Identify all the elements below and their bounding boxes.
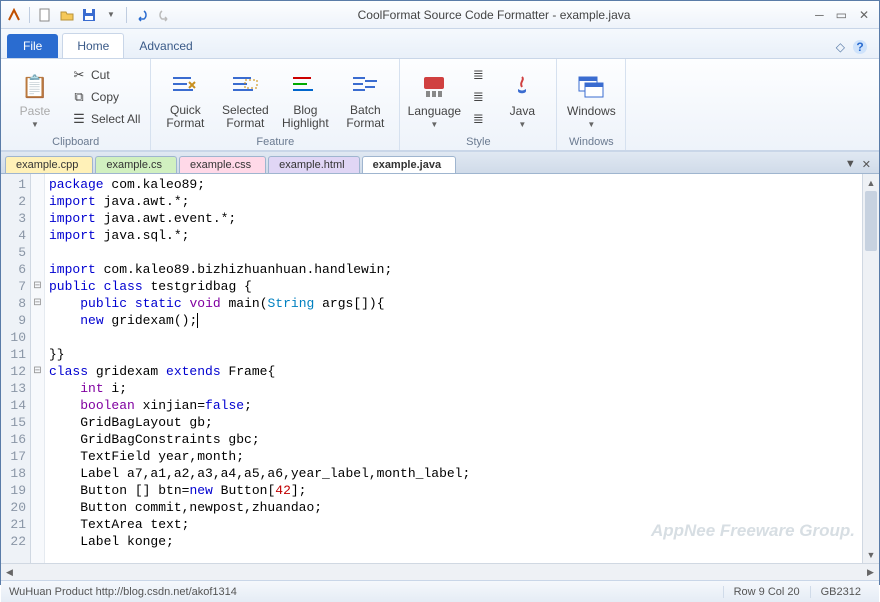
paste-icon: 📋 [19,71,51,103]
windows-icon [575,71,607,103]
titlebar: ▼ CoolFormat Source Code Formatter - exa… [1,1,879,29]
batch-format-icon [349,70,381,102]
style-list-2[interactable]: ≣ [466,87,490,107]
ribbon-group-clipboard: 📋 Paste ▼ ✂Cut ⧉Copy ☰Select All Clipboa… [1,59,151,150]
code-editor[interactable]: 12345678910111213141516171819202122 ⊟⊟⊟ … [1,173,879,563]
tab-close-icon[interactable]: ✕ [862,158,871,171]
doctab-example-java[interactable]: example.java [362,156,457,173]
selectall-button[interactable]: ☰Select All [67,109,144,129]
quick-access-toolbar: ▼ [5,6,173,24]
ribbon-tabs: File Home Advanced ◇ ? [1,29,879,59]
ribbon-group-feature: Quick Format Selected Format Blog Highli… [151,59,400,150]
doctab-example-html[interactable]: example.html [268,156,359,173]
batch-format-button[interactable]: Batch Format [337,62,393,132]
java-icon [506,71,538,103]
scroll-up-icon[interactable]: ▲ [863,174,879,191]
language-button[interactable]: Language▼ [406,62,462,132]
selected-format-icon [229,70,261,102]
qat-dropdown-icon[interactable]: ▼ [102,6,120,24]
ribbon-group-windows: Windows▼ Windows [557,59,626,150]
collapse-ribbon-icon[interactable]: ◇ [836,40,845,54]
paste-button[interactable]: 📋 Paste ▼ [7,62,63,132]
quick-format-icon [169,70,201,102]
scroll-left-icon[interactable]: ◀ [1,567,18,578]
vertical-scrollbar[interactable]: ▲ ▼ [862,174,879,563]
style-list-3[interactable]: ≣ [466,109,490,129]
scroll-right-icon[interactable]: ▶ [862,567,879,578]
paste-label: Paste [20,105,51,118]
close-icon[interactable]: ✕ [859,8,869,22]
cut-button[interactable]: ✂Cut [67,65,144,85]
quick-format-button[interactable]: Quick Format [157,62,213,132]
status-product: WuHuan Product http://blog.csdn.net/akof… [9,586,723,598]
tab-home[interactable]: Home [62,33,124,58]
open-icon[interactable] [58,6,76,24]
undo-icon[interactable] [133,6,151,24]
blog-highlight-icon [289,70,321,102]
scroll-down-icon[interactable]: ▼ [863,546,879,563]
cut-icon: ✂ [71,67,87,83]
document-tabstrip: example.cppexample.csexample.cssexample.… [1,151,879,173]
blog-highlight-button[interactable]: Blog Highlight [277,62,333,132]
tab-advanced[interactable]: Advanced [124,33,207,58]
copy-icon: ⧉ [71,89,87,105]
maximize-icon[interactable]: ▭ [836,8,847,22]
code-area[interactable]: package com.kaleo89; import java.awt.*; … [45,174,862,563]
doctab-example-cs[interactable]: example.cs [95,156,177,173]
scroll-thumb[interactable] [865,191,877,251]
doctab-example-css[interactable]: example.css [179,156,266,173]
save-icon[interactable] [80,6,98,24]
status-position: Row 9 Col 20 [723,586,810,598]
help-icon[interactable]: ? [853,40,867,54]
statusbar: WuHuan Product http://blog.csdn.net/akof… [1,580,879,602]
language-icon [418,71,450,103]
fold-gutter[interactable]: ⊟⊟⊟ [31,174,45,563]
selected-format-button[interactable]: Selected Format [217,62,273,132]
ribbon: 📋 Paste ▼ ✂Cut ⧉Copy ☰Select All Clipboa… [1,59,879,151]
status-encoding: GB2312 [810,586,871,598]
tab-dropdown-icon[interactable]: ▼ [845,158,856,171]
horizontal-scrollbar[interactable]: ◀ ▶ [1,563,879,580]
window-title: CoolFormat Source Code Formatter - examp… [173,8,815,22]
minimize-icon[interactable]: ─ [815,8,824,22]
redo-icon[interactable] [155,6,173,24]
selectall-icon: ☰ [71,111,87,127]
file-menu[interactable]: File [7,34,58,58]
new-icon[interactable] [36,6,54,24]
java-style-button[interactable]: Java▼ [494,62,550,132]
app-icon[interactable] [5,6,23,24]
copy-button[interactable]: ⧉Copy [67,87,144,107]
line-number-gutter: 12345678910111213141516171819202122 [1,174,31,563]
doctab-example-cpp[interactable]: example.cpp [5,156,93,173]
windows-button[interactable]: Windows▼ [563,62,619,132]
style-list-1[interactable]: ≣ [466,65,490,85]
ribbon-group-style: Language▼ ≣ ≣ ≣ Java▼ Style [400,59,557,150]
